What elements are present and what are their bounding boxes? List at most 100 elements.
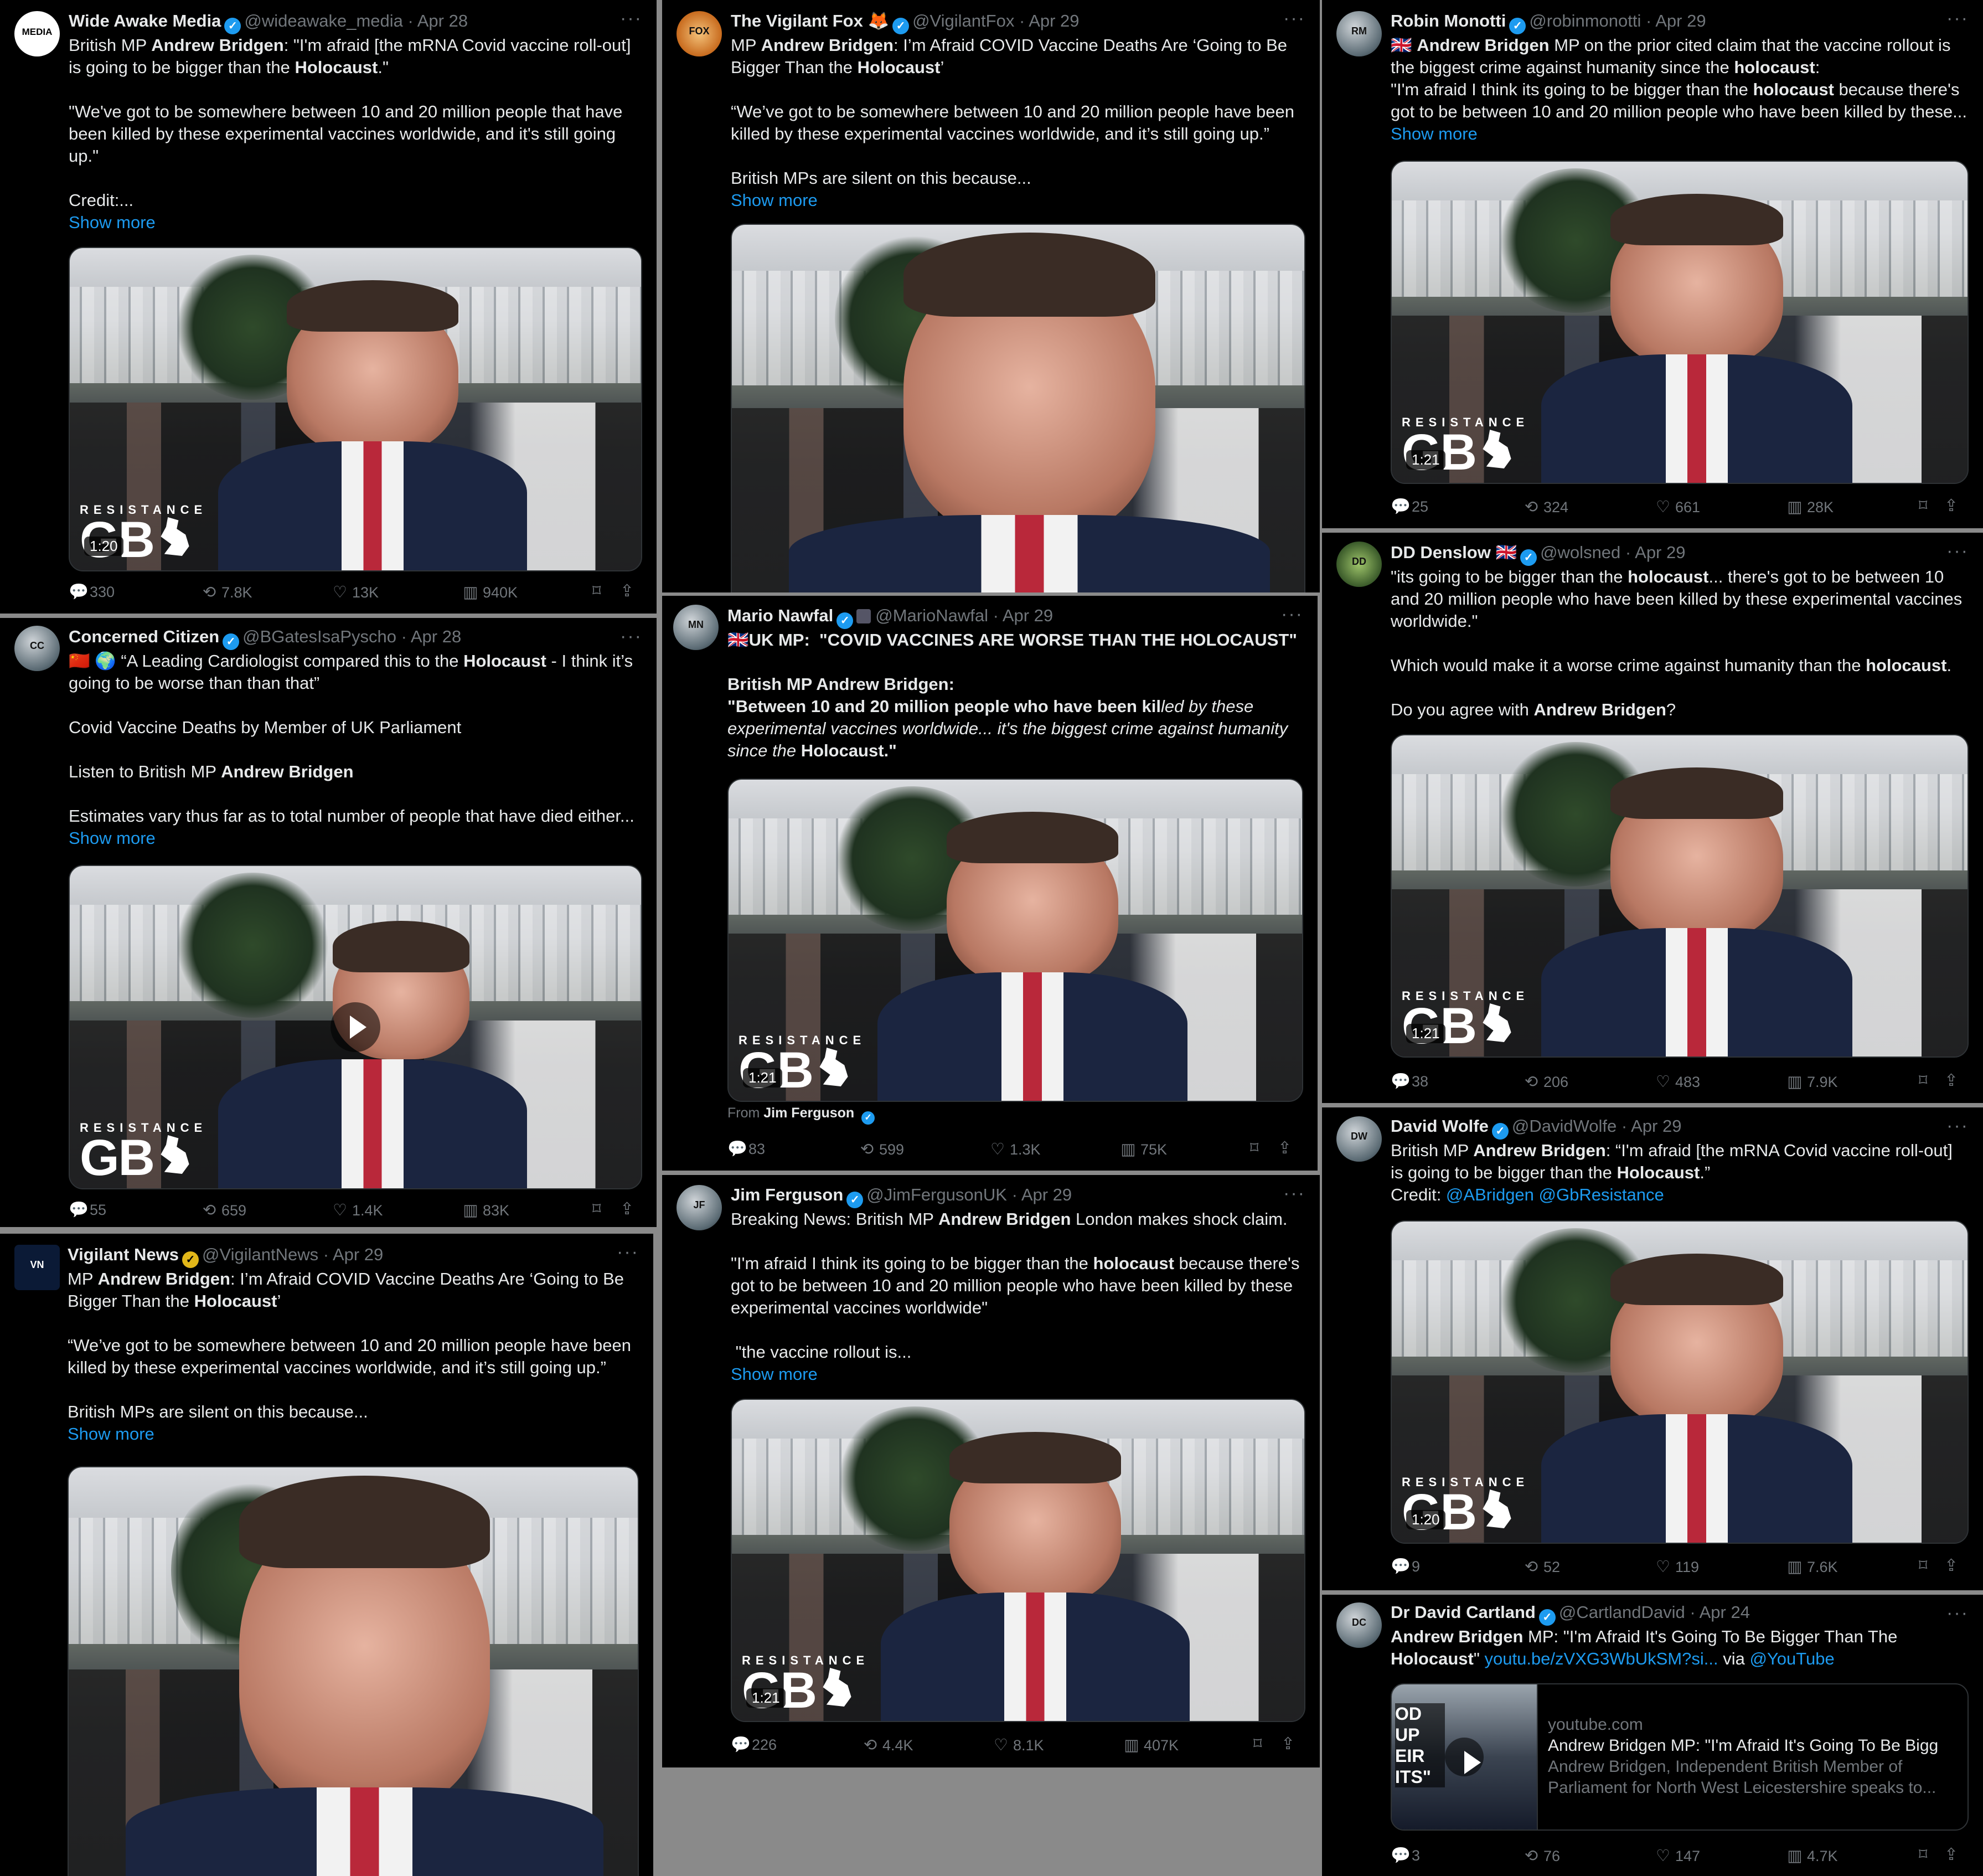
share-icon[interactable]: ⇪	[1281, 1734, 1295, 1754]
show-more-link[interactable]: Show more	[69, 827, 642, 849]
reply-button[interactable]: 💬83	[727, 1140, 765, 1158]
card-title[interactable]: Andrew Bridgen MP: "I'm Afraid It's Goin…	[1548, 1735, 1960, 1756]
like-button[interactable]: ♡ 483	[1654, 1072, 1700, 1091]
show-more-link[interactable]: Show more	[731, 189, 1305, 212]
tweet-date[interactable]: Apr 29	[333, 1245, 383, 1264]
author-handle[interactable]: @wolsned	[1540, 543, 1620, 562]
share-icon[interactable]: ⇪	[620, 581, 634, 601]
avatar[interactable]: DC	[1336, 1602, 1382, 1648]
like-button[interactable]: ♡ 1.3K	[989, 1140, 1041, 1159]
avatar[interactable]: DD	[1336, 542, 1382, 587]
avatar[interactable]: DW	[1336, 1116, 1382, 1162]
avatar[interactable]: CC	[14, 626, 60, 671]
repost-button[interactable]: ⟲ 52	[1522, 1557, 1560, 1576]
like-button[interactable]: ♡ 119	[1654, 1557, 1699, 1576]
bookmark-icon[interactable]: ⌑	[592, 1199, 601, 1219]
author-handle[interactable]: @MarioNawfal	[875, 606, 988, 625]
video-player[interactable]: RESISTANCEGB 1:20	[69, 247, 642, 571]
like-button[interactable]: ♡ 1.4K	[331, 1200, 383, 1220]
tweet-card[interactable]: FOX ··· The Vigilant Fox 🦊 ✓ @VigilantFox …	[662, 0, 1320, 592]
show-more-link[interactable]: Show more	[69, 212, 642, 234]
video-player[interactable]	[731, 224, 1305, 592]
tweet-card[interactable]: JF ··· Jim Ferguson ✓ @JimFergusonUK · Apr…	[662, 1175, 1320, 1767]
tweet-card[interactable]: MN ··· Mario Nawfal ✓ @MarioNawfal · Apr 2…	[662, 596, 1318, 1171]
avatar[interactable]: JF	[677, 1185, 722, 1230]
tweet-link[interactable]: youtu.be/zVXG3WbUkSM?si...	[1484, 1649, 1718, 1668]
share-icon[interactable]: ⇪	[620, 1199, 634, 1219]
author-name[interactable]: Robin Monotti	[1391, 11, 1506, 30]
show-more-link[interactable]: Show more	[731, 1363, 1305, 1385]
tweet-card[interactable]: DW ··· David Wolfe ✓ @DavidWolfe · Apr 29 …	[1322, 1107, 1983, 1590]
share-icon[interactable]: ⇪	[1278, 1138, 1292, 1158]
author-name[interactable]: Jim Ferguson	[731, 1185, 843, 1204]
repost-button[interactable]: ⟲ 206	[1522, 1072, 1568, 1091]
author-name[interactable]: DD Denslow 🇬🇧	[1391, 543, 1517, 562]
tweet-date[interactable]: Apr 28	[417, 11, 468, 30]
author-name[interactable]: Mario Nawfal	[727, 606, 833, 625]
bookmark-icon[interactable]: ⌑	[1919, 1071, 1927, 1090]
like-button[interactable]: ♡ 13K	[331, 583, 379, 602]
bookmark-icon[interactable]: ⌑	[592, 581, 601, 601]
bookmark-icon[interactable]: ⌑	[1919, 496, 1927, 516]
author-name[interactable]: Wide Awake Media	[69, 11, 221, 30]
show-more-link[interactable]: Show more	[1391, 123, 1969, 145]
link-preview-card[interactable]: OD UP EIR ITS" youtube.com Andrew Bridge…	[1391, 1683, 1969, 1831]
share-icon[interactable]: ⇪	[1944, 496, 1958, 516]
play-icon[interactable]	[330, 1002, 380, 1052]
repost-button[interactable]: ⟲ 324	[1522, 497, 1568, 517]
video-player[interactable]: RESISTANCEGB 1:21	[731, 1399, 1305, 1722]
author-handle[interactable]: @wideawake_media	[244, 11, 403, 30]
author-handle[interactable]: @VigilantFox	[912, 11, 1014, 30]
author-name[interactable]: David Wolfe	[1391, 1116, 1489, 1136]
tweet-date[interactable]: Apr 29	[1635, 543, 1685, 562]
bookmark-icon[interactable]: ⌑	[1253, 1734, 1262, 1754]
like-button[interactable]: ♡ 661	[1654, 497, 1700, 517]
share-icon[interactable]: ⇪	[1944, 1071, 1958, 1090]
repost-button[interactable]: ⟲ 4.4K	[861, 1735, 913, 1755]
reply-button[interactable]: 💬25	[1391, 497, 1428, 516]
views-button[interactable]: ▥ 407K	[1123, 1735, 1179, 1755]
tweet-date[interactable]: Apr 29	[1021, 1185, 1072, 1204]
reply-button[interactable]: 💬55	[69, 1200, 106, 1219]
views-button[interactable]: ▥ 4.7K	[1786, 1846, 1837, 1865]
reply-button[interactable]: 💬330	[69, 583, 115, 601]
play-icon[interactable]	[1445, 1738, 1484, 1776]
reply-button[interactable]: 💬3	[1391, 1846, 1420, 1865]
video-player[interactable]: RESISTANCEGB 1:21	[1391, 734, 1969, 1058]
tweet-date[interactable]: Apr 29	[1029, 11, 1079, 30]
author-name[interactable]: Dr David Cartland	[1391, 1602, 1536, 1622]
tweet-date[interactable]: Apr 29	[1631, 1116, 1681, 1136]
show-more-link[interactable]: Show more	[68, 1423, 639, 1445]
avatar[interactable]: MEDIA	[14, 11, 60, 56]
author-handle[interactable]: @robinmonotti	[1529, 11, 1641, 30]
author-handle[interactable]: @DavidWolfe	[1512, 1116, 1617, 1136]
tweet-link[interactable]: @YouTube	[1749, 1649, 1834, 1668]
tweet-date[interactable]: Apr 29	[1655, 11, 1706, 30]
bookmark-icon[interactable]: ⌑	[1919, 1845, 1927, 1864]
tweet-date[interactable]: Apr 24	[1700, 1602, 1750, 1622]
tweet-link[interactable]: @ABridgen @GbResistance	[1446, 1185, 1664, 1204]
author-handle[interactable]: @VigilantNews	[202, 1245, 318, 1264]
tweet-date[interactable]: Apr 29	[1003, 606, 1053, 625]
bookmark-icon[interactable]: ⌑	[1919, 1556, 1927, 1575]
views-button[interactable]: ▥ 7.9K	[1786, 1072, 1837, 1091]
video-player[interactable]: RESISTANCEGB 1:20	[1391, 1220, 1969, 1544]
reply-button[interactable]: 💬226	[731, 1735, 777, 1754]
bookmark-icon[interactable]: ⌑	[1250, 1138, 1258, 1158]
tweet-card[interactable]: RM ··· Robin Monotti ✓ @robinmonotti · Apr…	[1322, 0, 1983, 528]
tweet-date[interactable]: Apr 28	[411, 627, 461, 646]
video-player[interactable]	[68, 1466, 639, 1876]
tweet-card[interactable]: MEDIA ··· Wide Awake Media ✓ @wideawake_me…	[0, 0, 657, 614]
share-icon[interactable]: ⇪	[1944, 1556, 1958, 1575]
reply-button[interactable]: 💬9	[1391, 1557, 1420, 1576]
author-handle[interactable]: @CartlandDavid	[1559, 1602, 1685, 1622]
video-player[interactable]: RESISTANCE GB	[69, 865, 642, 1189]
repost-button[interactable]: ⟲ 659	[200, 1200, 246, 1220]
author-handle[interactable]: @BGatesIsaPyscho	[242, 627, 396, 646]
views-button[interactable]: ▥ 28K	[1786, 497, 1834, 517]
tweet-card[interactable]: DC ··· Dr David Cartland ✓ @CartlandDavid …	[1322, 1595, 1983, 1876]
avatar[interactable]: VN	[14, 1245, 60, 1290]
avatar[interactable]: RM	[1336, 11, 1382, 56]
views-button[interactable]: ▥ 83K	[462, 1200, 509, 1220]
video-player[interactable]: RESISTANCEGB 1:21	[1391, 161, 1969, 484]
